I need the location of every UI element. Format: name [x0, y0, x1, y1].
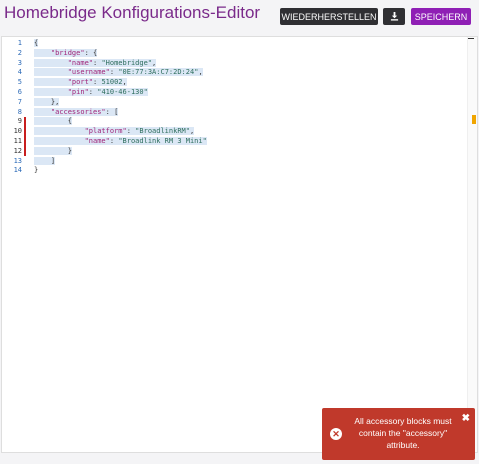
restore-button[interactable]: WIEDERHERSTELLEN: [280, 8, 378, 25]
code-line: "pin": "410-46-130": [34, 88, 148, 98]
line-number: 5: [17, 78, 22, 87]
line-number: 2: [17, 48, 22, 57]
line-number: 10: [13, 127, 22, 136]
editor-scrollbar[interactable]: [467, 37, 477, 452]
download-button[interactable]: [383, 8, 405, 25]
code-content[interactable]: { "bridge": { "name": "Homebridge", "use…: [34, 37, 207, 194]
code-line: }: [34, 166, 39, 175]
line-number: 6: [17, 88, 22, 96]
error-circle-icon: ✕: [330, 428, 342, 440]
code-line: "port": 51002,: [34, 78, 127, 88]
line-number: 7: [17, 97, 22, 106]
code-line: {: [34, 117, 72, 126]
code-line: }: [34, 146, 72, 155]
save-button[interactable]: SPEICHERN: [411, 8, 471, 25]
code-line: "name": "Broadlink RM 3 Mini": [34, 137, 207, 147]
line-number: 3: [17, 58, 22, 67]
code-line: "accessories": [: [34, 107, 119, 118]
line-number: 13: [13, 156, 22, 165]
download-icon: [390, 12, 398, 21]
line-number: 1: [17, 39, 22, 47]
toast-message: All accessory blocks must contain the "a…: [354, 416, 452, 450]
code-line: {: [34, 39, 39, 47]
line-number: 14: [13, 166, 22, 175]
code-editor[interactable]: 1 2 3 4 5 6 7 8 9 10 11 12 13 14 { "brid…: [1, 36, 478, 453]
code-line: "name": "Homebridge",: [34, 58, 157, 69]
line-number: 4: [17, 68, 22, 77]
warning-marker: [472, 115, 476, 124]
line-number: 11: [13, 137, 22, 145]
code-line: "platform": "BroadlinkRM",: [34, 127, 195, 137]
scroll-top-marker: [468, 38, 474, 39]
code-line: "bridge": {: [34, 48, 98, 59]
code-line: },: [34, 97, 60, 106]
line-number: 12: [13, 146, 22, 155]
line-number-gutter: 1 2 3 4 5 6 7 8 9 10 11 12 13 14: [2, 37, 26, 452]
header-bar: Homebridge Konfigurations-Editor WIEDERH…: [0, 0, 479, 34]
error-marker: [24, 117, 26, 156]
code-line: "username": "0E:77:3A:C7:2D:24",: [34, 68, 203, 78]
error-toast: ✕ All accessory blocks must contain the …: [322, 408, 475, 460]
code-line: ]: [34, 156, 56, 165]
close-icon[interactable]: ✖: [462, 413, 470, 424]
line-number: 8: [17, 107, 22, 116]
line-number: 9: [17, 117, 22, 126]
page-title: Homebridge Konfigurations-Editor: [4, 3, 261, 22]
